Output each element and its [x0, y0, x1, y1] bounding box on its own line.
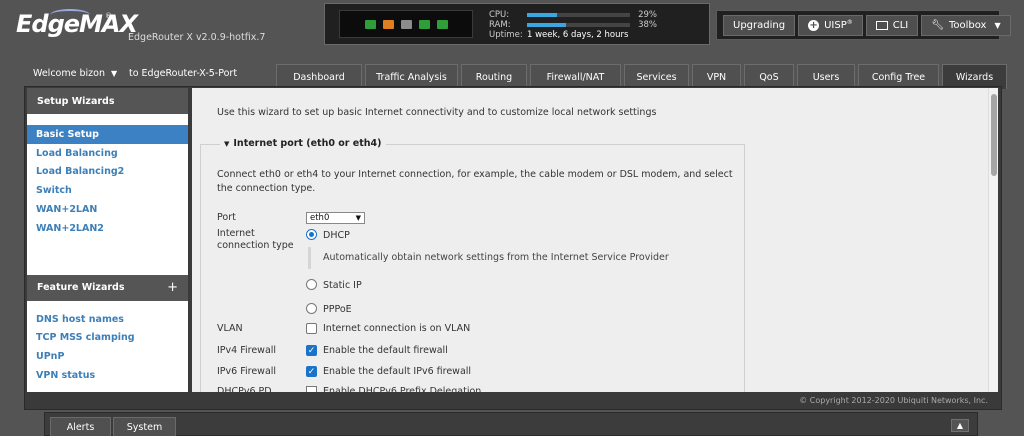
upgrading-button[interactable]: Upgrading	[723, 14, 796, 36]
wizard-intro: Use this wizard to set up basic Internet…	[217, 107, 657, 118]
ipv4-firewall-checkbox[interactable]: ✓	[306, 345, 317, 356]
pppoe-label: PPPoE	[323, 304, 352, 315]
section-description: Connect eth0 or eth4 to your Internet co…	[217, 169, 733, 194]
plus-circle-icon: +	[808, 19, 820, 31]
sidebar-item-wan-2lan[interactable]: WAN+2LAN	[27, 200, 188, 219]
port-eth1-icon[interactable]	[382, 19, 394, 29]
port-status	[339, 10, 473, 38]
uisp-trademark: ®	[846, 18, 853, 26]
ram-bar	[527, 23, 630, 27]
static-ip-label: Static IP	[323, 280, 362, 291]
feature-wizards-header[interactable]: Feature Wizards +	[27, 274, 188, 301]
user-menu[interactable]: Welcome bizon ▼	[33, 68, 117, 79]
port-label: Port	[217, 212, 236, 223]
cpu-bar	[527, 13, 630, 17]
dhcp-label: DHCP	[323, 230, 350, 241]
vlan-label: VLAN	[217, 323, 243, 334]
port-eth0-icon[interactable]	[364, 19, 376, 29]
sidebar-item-basic-setup[interactable]: Basic Setup	[27, 125, 188, 144]
sidebar-item-dns-host-names[interactable]: DNS host names	[27, 310, 188, 329]
sidebar-item-wan-2lan2[interactable]: WAN+2LAN2	[27, 219, 188, 238]
sidebar-item-tcp-mss-clamping[interactable]: TCP MSS clamping	[27, 329, 188, 348]
internet-port-section-toggle[interactable]: ▼ Internet port (eth0 or eth4)	[220, 138, 386, 149]
toolbox-button[interactable]: 🔧︎ Toolbox ▼	[921, 14, 1011, 36]
hint-bar	[308, 247, 311, 269]
dhcp-radio[interactable]	[306, 229, 317, 240]
port-eth4-icon[interactable]	[436, 19, 448, 29]
tab-alerts[interactable]: Alerts	[50, 417, 111, 436]
pppoe-radio[interactable]	[306, 303, 317, 314]
copyright: © Copyright 2012-2020 Ubiquiti Networks,…	[799, 396, 988, 405]
ipv6-firewall-label: IPv6 Firewall	[217, 366, 277, 377]
setup-wizards-header: Setup Wizards	[27, 88, 188, 114]
cli-label: CLI	[892, 19, 909, 31]
uisp-button[interactable]: + UISP ®	[798, 14, 863, 36]
uptime-value: 1 week, 6 days, 2 hours	[527, 30, 629, 40]
header-actions: Upgrading + UISP ® CLI 🔧︎ Toolbox ▼	[716, 10, 1011, 40]
chevron-down-icon: ▼	[355, 214, 361, 222]
chevron-up-icon[interactable]: ▲	[951, 419, 969, 432]
wizard-content: Use this wizard to set up basic Internet…	[192, 88, 988, 392]
ipv6-firewall-option-label: Enable the default IPv6 firewall	[323, 366, 472, 377]
bottom-bar	[44, 412, 978, 436]
vlan-option-label: Internet connection is on VLAN	[323, 323, 471, 334]
ipv4-firewall-option-label: Enable the default firewall	[323, 345, 448, 356]
cpu-bar-fill	[527, 13, 557, 17]
upgrading-label: Upgrading	[733, 19, 786, 31]
ipv6-firewall-checkbox[interactable]: ✓	[306, 366, 317, 377]
ram-label: RAM:	[489, 20, 511, 30]
device-model: EdgeRouter X v2.0.9-hotfix.7	[128, 32, 266, 43]
sidebar-item-upnp[interactable]: UPnP	[27, 347, 188, 366]
uisp-label: UISP	[824, 19, 847, 31]
logo-arc-icon	[50, 9, 90, 21]
port-select-value: eth0	[310, 213, 330, 223]
welcome-text: Welcome bizon	[33, 68, 105, 79]
status-panel: CPU: 29% RAM: 38% Uptime: 1 week, 6 days…	[324, 3, 710, 45]
dhcpv6-checkbox[interactable]	[306, 386, 317, 392]
dhcpv6-option-label: Enable DHCPv6 Prefix Delegation	[323, 386, 482, 392]
uptime-label: Uptime:	[489, 30, 523, 40]
caret-down-icon: ▼	[224, 140, 230, 148]
content-scrollbar[interactable]	[988, 88, 998, 392]
cpu-value: 29%	[638, 10, 657, 20]
vlan-checkbox[interactable]	[306, 323, 317, 334]
connection-type-label: Internet connection type	[217, 228, 294, 251]
sidebar-item-load-balancing2[interactable]: Load Balancing2	[27, 163, 188, 182]
dhcpv6-label: DHCPv6 PD	[217, 386, 272, 392]
section-title: Internet port (eth0 or eth4)	[233, 138, 382, 149]
sidebar-item-load-balancing[interactable]: Load Balancing	[27, 144, 188, 163]
toolbox-label: Toolbox	[948, 19, 987, 31]
tab-system[interactable]: System	[113, 417, 176, 436]
setup-wizards-title: Setup Wizards	[37, 95, 115, 107]
feature-wizards-title: Feature Wizards	[37, 282, 125, 294]
sidebar-item-vpn-status[interactable]: VPN status	[27, 366, 188, 385]
scrollbar-thumb[interactable]	[991, 94, 997, 176]
cpu-label: CPU:	[489, 10, 510, 20]
sidebar-item-switch[interactable]: Switch	[27, 181, 188, 200]
plus-icon[interactable]: +	[167, 280, 178, 295]
port-eth3-icon[interactable]	[418, 19, 430, 29]
terminal-icon	[875, 20, 888, 30]
logo-trademark: ®	[105, 12, 112, 20]
router-name: to EdgeRouter-X-5-Port	[129, 68, 238, 79]
wrench-icon: 🔧︎	[931, 19, 944, 31]
static-ip-radio[interactable]	[306, 279, 317, 290]
chevron-down-icon: ▼	[110, 69, 118, 78]
dhcp-hint: Automatically obtain network settings fr…	[323, 252, 669, 263]
port-select[interactable]: eth0 ▼	[306, 212, 365, 224]
chevron-down-icon: ▼	[994, 20, 1001, 30]
ram-bar-fill	[527, 23, 567, 27]
port-eth2-icon[interactable]	[400, 19, 412, 29]
ipv4-firewall-label: IPv4 Firewall	[217, 345, 277, 356]
cli-button[interactable]: CLI	[865, 14, 919, 36]
ram-value: 38%	[638, 20, 657, 30]
wizard-sidebar: Setup Wizards Basic Setup Load Balancing…	[27, 88, 188, 392]
